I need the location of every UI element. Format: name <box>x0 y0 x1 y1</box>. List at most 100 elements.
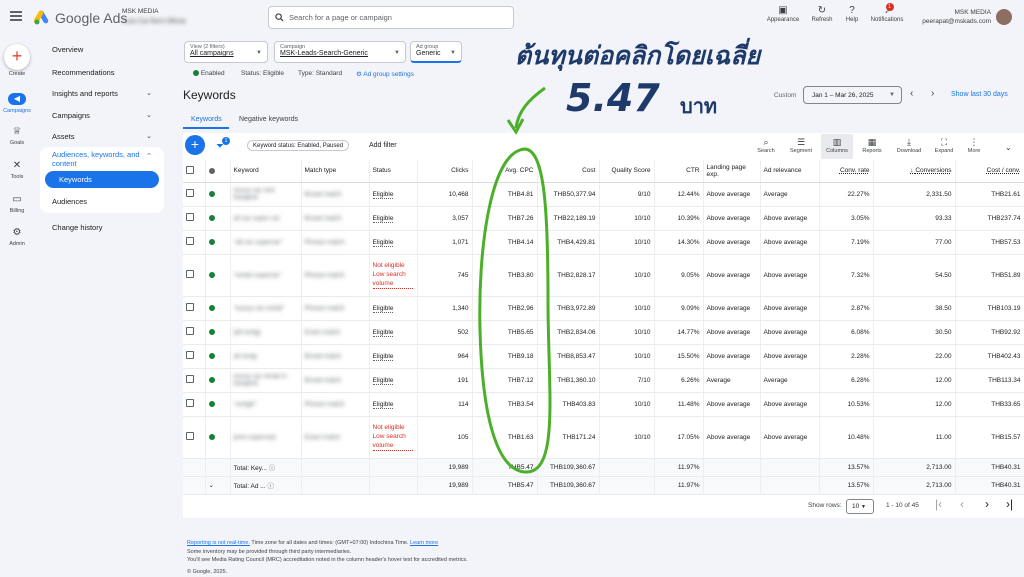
col-conv-rate[interactable]: Conv. rate <box>819 160 874 183</box>
nav-campaigns[interactable]: Campaigns <box>52 111 90 120</box>
nav-audiences-keywords[interactable]: Audiences, keywords, and content <box>52 150 144 168</box>
cell-keyword[interactable]: all rentg <box>230 344 302 369</box>
help-button[interactable]: ? Help <box>840 5 864 23</box>
search-tool-button[interactable]: ⌕ Search <box>754 137 778 154</box>
status-not-eligible[interactable]: Not eligible Low search volume <box>372 423 413 451</box>
row-checkbox[interactable] <box>183 182 206 207</box>
cell-keyword[interactable]: luxury car rental in bangkok <box>230 368 302 393</box>
select-all-checkbox[interactable] <box>183 160 206 183</box>
nav-keywords-selected[interactable]: Keywords <box>45 171 159 188</box>
last-page-icon[interactable]: ›| <box>1006 497 1013 511</box>
rail-billing-label[interactable]: Billing <box>0 208 34 214</box>
status-eligible[interactable]: Eligible <box>372 190 394 199</box>
cell-keyword[interactable]: "rental supercar" <box>230 254 302 297</box>
add-keyword-button[interactable]: + <box>185 135 205 155</box>
status-not-eligible[interactable]: Not eligible Low search volume <box>372 261 413 289</box>
megaphone-icon[interactable]: ◀ <box>8 93 26 105</box>
gear-icon[interactable]: ⚙ <box>8 227 26 239</box>
tab-negative-keywords[interactable]: Negative keywords <box>239 116 298 123</box>
nav-overview[interactable]: Overview <box>52 45 83 54</box>
chevron-down-icon[interactable]: ⌄ <box>1005 143 1012 152</box>
filter-icon[interactable]: ⏷ 1 <box>216 137 230 152</box>
next-page-icon[interactable]: › <box>985 497 989 511</box>
avatar[interactable] <box>996 9 1012 25</box>
date-next-icon[interactable]: › <box>931 88 934 99</box>
col-status[interactable]: Status <box>369 160 418 183</box>
nav-audiences[interactable]: Audiences <box>52 197 87 206</box>
row-checkbox[interactable] <box>183 416 206 459</box>
info-icon[interactable]: ⓘ <box>267 483 274 490</box>
row-checkbox[interactable] <box>183 206 206 231</box>
table-row[interactable]: "rentgh" Phrase match Eligible 114 THB3.54 TH… <box>183 392 1024 417</box>
cell-keyword[interactable]: luxury car rent bangkok <box>230 182 302 207</box>
col-cost-per-conv[interactable]: Cost / conv. <box>955 160 1024 183</box>
chevron-down-icon[interactable]: ⌄ <box>146 89 152 97</box>
status-eligible[interactable]: Eligible <box>372 304 394 313</box>
rail-campaigns-label[interactable]: Campaigns <box>0 108 34 114</box>
col-keyword[interactable]: Keyword <box>230 160 302 183</box>
chevron-down-icon[interactable]: ⌄ <box>146 132 152 140</box>
credit-card-icon[interactable]: ▭ <box>8 194 26 206</box>
rows-per-page-select[interactable]: 10 ▼ <box>846 499 874 514</box>
expand-button[interactable]: ⛶ Expand <box>931 137 957 154</box>
row-checkbox[interactable] <box>183 296 206 321</box>
refresh-button[interactable]: ↻ Refresh <box>807 5 837 23</box>
first-page-icon[interactable]: |‹ <box>935 497 942 511</box>
cell-keyword[interactable]: [all rentg] <box>230 320 302 345</box>
table-row[interactable]: all car super car Broad match Eligible 3,05… <box>183 206 1024 231</box>
nav-insights[interactable]: Insights and reports <box>52 89 118 98</box>
notifications-button[interactable]: ♪ 1 Notifications <box>866 3 908 23</box>
columns-button[interactable]: ▥ Columns <box>821 134 853 159</box>
total-expand[interactable]: ⌄ <box>205 476 231 495</box>
status-eligible[interactable]: Eligible <box>372 352 394 361</box>
table-row[interactable]: "luxury car rental" Phrase match Eligible 1… <box>183 296 1024 321</box>
col-match-type[interactable]: Match type <box>301 160 370 183</box>
view-filter[interactable]: View (2 filters) All campaigns ▼ <box>184 41 268 63</box>
col-ad-relevance[interactable]: Ad relevance <box>760 160 820 183</box>
table-row[interactable]: all rentg Broad match Eligible 964 THB9.18 TH… <box>183 344 1024 369</box>
show-last-30-days[interactable]: Show last 30 days <box>951 91 1008 98</box>
table-row[interactable]: luxury car rent bangkok Broad match Eligib… <box>183 182 1024 207</box>
col-conversions[interactable]: ↓ Conversions <box>873 160 956 183</box>
rail-goals-label[interactable]: Goals <box>0 140 34 146</box>
cell-keyword[interactable]: all car super car <box>230 206 302 231</box>
appearance-button[interactable]: ▣ Appearance <box>765 5 801 23</box>
keyword-status-chip[interactable]: Keyword status: Enabled, Paused <box>247 140 350 151</box>
nav-change-history[interactable]: Change history <box>52 223 102 232</box>
nav-recommendations[interactable]: Recommendations <box>52 68 115 77</box>
status-eligible[interactable]: Eligible <box>372 328 394 337</box>
reports-button[interactable]: ▦ Reports <box>858 137 886 154</box>
col-quality-score[interactable]: Quality Score <box>599 160 655 183</box>
menu-icon[interactable] <box>10 11 22 21</box>
trophy-icon[interactable]: ♕ <box>8 126 26 138</box>
table-row[interactable]: luxury car rental in bangkok Broad match E… <box>183 368 1024 393</box>
table-row[interactable]: "rental supercar" Phrase match Not eligibl… <box>183 254 1024 297</box>
row-checkbox[interactable] <box>183 320 206 345</box>
row-checkbox[interactable] <box>183 392 206 417</box>
learn-more-link[interactable]: Learn more <box>410 540 438 546</box>
col-avg-cpc[interactable]: Avg. CPC <box>472 160 538 183</box>
status-eligible[interactable]: Eligible <box>372 238 394 247</box>
cell-keyword[interactable]: "all car supercar" <box>230 230 302 255</box>
info-icon[interactable]: ⓘ <box>269 465 276 472</box>
date-range-picker[interactable]: Jan 1 – Mar 26, 2025 ▼ <box>803 86 902 104</box>
prev-page-icon[interactable]: ‹ <box>960 497 964 511</box>
row-checkbox[interactable] <box>183 230 206 255</box>
campaign-filter[interactable]: Campaign MSK-Leads-Search-Generic ▼ <box>274 41 406 63</box>
status-eligible[interactable]: Eligible <box>372 400 394 409</box>
rail-tools-label[interactable]: Tools <box>0 174 34 180</box>
chevron-up-icon[interactable]: ⌃ <box>146 152 152 160</box>
date-prev-icon[interactable]: ‹ <box>910 88 913 99</box>
search-input[interactable]: Search for a page or campaign <box>268 6 514 29</box>
row-checkbox[interactable] <box>183 344 206 369</box>
nav-assets[interactable]: Assets <box>52 132 75 141</box>
cell-keyword[interactable]: [rent supercar] <box>230 416 302 459</box>
chevron-down-icon[interactable]: ⌄ <box>146 111 152 119</box>
col-ctr[interactable]: CTR <box>654 160 704 183</box>
tools-icon[interactable]: ✕ <box>8 160 26 172</box>
status-eligible[interactable]: Eligible <box>372 376 394 385</box>
download-button[interactable]: ⤓ Download <box>893 137 925 154</box>
adgroup-filter[interactable]: Ad group Generic ▼ <box>410 41 462 63</box>
cell-keyword[interactable]: "luxury car rental" <box>230 296 302 321</box>
create-button[interactable]: + <box>4 44 30 70</box>
